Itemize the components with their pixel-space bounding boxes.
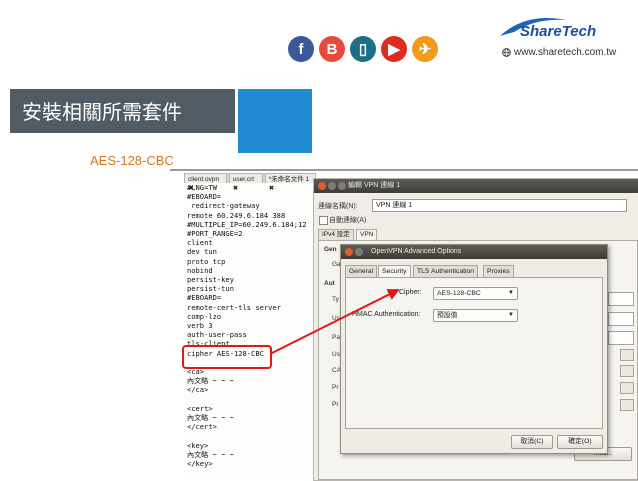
editor-line: #PORT_RANGE=2 [187, 229, 243, 239]
close-window-icon[interactable] [318, 182, 326, 190]
openvpn-advanced-dialog: OpenVPN Advanced Options General Securit… [340, 244, 608, 454]
editor-line: client [187, 238, 213, 248]
send-icon[interactable]: ✈ [412, 36, 438, 62]
cipher-select[interactable]: AES-128-CBC ▼ [433, 287, 518, 300]
close-window-icon[interactable] [345, 248, 353, 256]
editor-line: remote 60.249.6.184 388 [187, 210, 286, 220]
globe-icon [502, 48, 511, 57]
editor-line: </ca> [187, 385, 209, 395]
editor-line: #EBOARD= [187, 293, 222, 303]
conn-name-label: 連線名稱(N): [318, 203, 358, 210]
minimize-window-icon[interactable] [355, 248, 363, 256]
editor-line: remote-cert-tls server [187, 302, 281, 312]
editor-line: </cert> [187, 422, 217, 432]
mobile-icon[interactable]: ▯ [350, 36, 376, 62]
chevron-down-icon: ▼ [508, 312, 514, 318]
logo-text: ShareTech [520, 23, 596, 40]
text-editor[interactable]: client.ovpn ✖ user.crt ✖ *未命名文件 1 ✖ #LNG=T… [184, 173, 316, 479]
side-label-2: Aut [324, 280, 335, 287]
editor-line: 內文略 ~ ~ ~ [187, 449, 234, 459]
cipher-line-highlight [182, 345, 272, 369]
blog-icon[interactable]: B [319, 36, 345, 62]
editor-tab[interactable]: client.ovpn ✖ [184, 173, 227, 192]
editor-line: proto tcp [187, 256, 226, 266]
slide-title: 安裝相關所需套件 [22, 100, 182, 124]
editor-tabs: client.ovpn ✖ user.crt ✖ *未命名文件 1 ✖ [184, 173, 316, 192]
side-label-4: Us [332, 315, 340, 322]
chevron-down-icon: ▼ [508, 290, 514, 296]
editor-line: <key> [187, 440, 209, 450]
hmac-select-value: 預設值 [437, 312, 458, 319]
youtube-icon[interactable]: ▶ [381, 36, 407, 62]
editor-line: 內文略 ~ ~ ~ [187, 376, 234, 386]
editor-line: redirect-gateway [187, 201, 260, 211]
site-url[interactable]: www.sharetech.com.tw [502, 47, 616, 58]
side-label-5: Pa [332, 334, 340, 341]
cancel-button[interactable]: 取消(C) [511, 435, 553, 449]
side-combo-2[interactable] [608, 312, 634, 326]
side-label-8: Pr [332, 384, 339, 391]
cipher-heading: AES-128-CBC [90, 153, 174, 168]
social-links: f B ▯ ▶ ✈ [288, 36, 438, 64]
editor-line: nobind [187, 265, 213, 275]
folder-icon[interactable] [620, 399, 634, 411]
advanced-dialog-titlebar: OpenVPN Advanced Options [341, 245, 607, 259]
auto-connect-label: 自動連線(A) [329, 217, 367, 224]
hmac-select[interactable]: 預設值 ▼ [433, 309, 518, 322]
auto-connect-checkbox[interactable] [319, 216, 328, 225]
side-label-9: Pr [332, 401, 339, 408]
sharetech-logo: ShareTech [500, 18, 596, 40]
vpn-dialog-title: 編輯 VPN 連線 1 [348, 182, 401, 189]
cipher-select-value: AES-128-CBC [437, 290, 481, 297]
editor-line: <cert> [187, 403, 213, 413]
side-label-0: Gen [324, 246, 337, 253]
conn-name-input[interactable]: VPN 連線 1 [372, 199, 627, 212]
vpn-dialog-titlebar: 編輯 VPN 連線 1 [314, 179, 638, 193]
folder-icon[interactable] [620, 349, 634, 361]
editor-line: persist-tun [187, 284, 234, 294]
hmac-label: HMAC Authentication: [352, 311, 421, 318]
side-label-3: Ty [332, 296, 339, 303]
editor-line: </key> [187, 459, 213, 469]
facebook-icon[interactable]: f [288, 36, 314, 62]
editor-line: #EBOARD= [187, 192, 222, 202]
side-combo-3[interactable] [608, 331, 634, 345]
accent-block [238, 89, 312, 153]
ok-button[interactable]: 確定(O) [557, 435, 603, 449]
cipher-label: Cipher: [399, 289, 422, 296]
side-combo-1[interactable] [608, 292, 634, 306]
folder-icon[interactable] [620, 365, 634, 377]
editor-line: #LNG=TW [187, 183, 217, 192]
editor-line: auth-user-pass [187, 330, 247, 340]
editor-line: dev tun [187, 247, 217, 257]
site-url-text: www.sharetech.com.tw [514, 47, 617, 58]
divider [170, 169, 638, 171]
side-label-6: Us [332, 351, 340, 358]
maximize-window-icon[interactable] [338, 182, 346, 190]
editor-line: 內文略 ~ ~ ~ [187, 413, 234, 423]
editor-line: verb 3 [187, 321, 213, 331]
advanced-dialog-title: OpenVPN Advanced Options [371, 248, 462, 255]
editor-line: #MULTIPLE_IP=60.249.6.184;12 [187, 219, 307, 229]
editor-tab[interactable]: *未命名文件 1 ✖ [264, 173, 316, 192]
editor-body[interactable]: #LNG=TW #EBOARD= redirect-gateway remote 6… [184, 183, 316, 468]
editor-tab[interactable]: user.crt ✖ [228, 173, 263, 192]
editor-line: persist-key [187, 275, 234, 285]
editor-line: comp-lzo [187, 311, 222, 321]
minimize-window-icon[interactable] [328, 182, 336, 190]
folder-icon[interactable] [620, 382, 634, 394]
